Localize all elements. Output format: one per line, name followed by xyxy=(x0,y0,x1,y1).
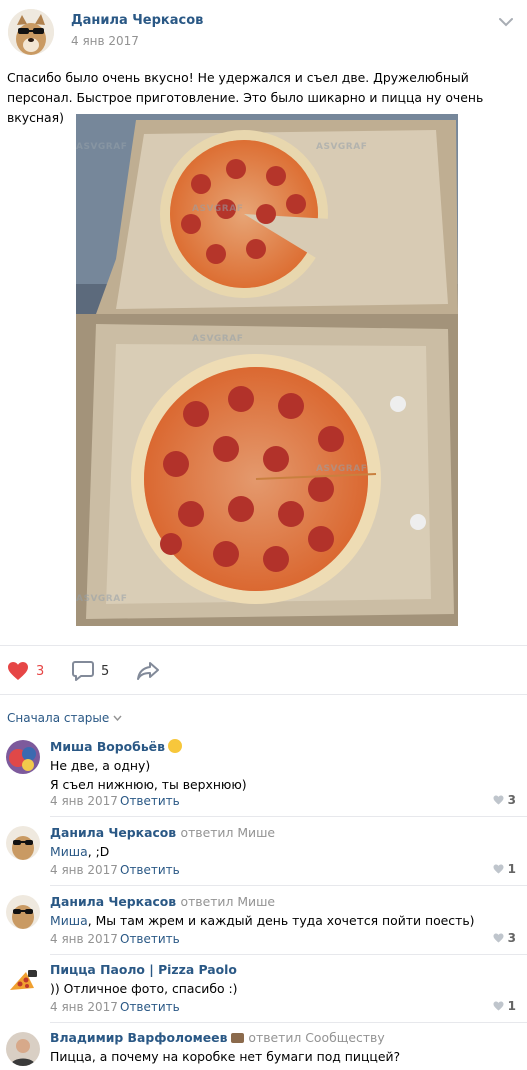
author-name[interactable]: Данила Черкасов xyxy=(71,13,203,28)
heart-icon xyxy=(493,864,504,874)
comment-button[interactable]: 5 xyxy=(72,660,109,682)
commenter-name[interactable]: Данила Черкасов ответил Мише xyxy=(50,894,275,909)
watermark: ASVGRAF xyxy=(192,334,244,344)
reply-button[interactable]: Ответить xyxy=(120,932,180,946)
commenter-avatar[interactable] xyxy=(6,1032,40,1066)
commenter-name[interactable]: Миша Воробьёв xyxy=(50,739,182,754)
divider xyxy=(50,1022,527,1023)
comment-text: Я съел нижнюю, ты верхнюю) xyxy=(50,777,247,792)
reply-button[interactable]: Ответить xyxy=(120,863,180,877)
post-date[interactable]: 4 янв 2017 xyxy=(71,34,139,48)
watermark: ASVGRAF xyxy=(316,142,368,152)
comment-text: )) Отличное фото, спасибо :) xyxy=(50,981,238,996)
comment-text: Миша, Мы там жрем и каждый день туда хоч… xyxy=(50,913,475,928)
post-photo[interactable]: ASVGRAF ASVGRAF ASVGRAF ASVGRAF ASVGRAF … xyxy=(76,114,458,626)
comment-text: Не две, а одну) xyxy=(50,758,151,773)
heart-icon xyxy=(493,1001,504,1011)
share-button[interactable] xyxy=(136,660,160,682)
mention-link[interactable]: Миша xyxy=(50,844,88,859)
comment-like-button[interactable]: 3 xyxy=(493,793,516,807)
commenter-avatar[interactable] xyxy=(6,895,40,929)
emoji-icon xyxy=(167,739,182,753)
share-icon xyxy=(137,662,159,680)
watermark: ASVGRAF xyxy=(192,204,244,214)
briefcase-icon xyxy=(231,1033,245,1043)
post-actions: 3 5 xyxy=(0,645,527,695)
comment: Владимир Варфоломеев ответил Сообществу П… xyxy=(0,1030,527,1070)
comment-text: Пицца, а почему на коробке нет бумаги по… xyxy=(50,1049,401,1064)
comment-date[interactable]: 4 янв 2017 xyxy=(50,863,118,877)
commenter-name[interactable]: Данила Черкасов ответил Мише xyxy=(50,825,275,840)
heart-icon xyxy=(493,795,504,805)
comment-date[interactable]: 4 янв 2017 xyxy=(50,1000,118,1014)
comment: Миша Воробьёв Не две, а одну) Я съел ниж… xyxy=(0,736,527,822)
divider xyxy=(50,885,527,886)
comment-like-button[interactable]: 1 xyxy=(493,862,516,876)
post-header: Данила Черкасов 4 янв 2017 xyxy=(0,0,527,66)
reply-button[interactable]: Ответить xyxy=(120,794,180,808)
heart-icon xyxy=(8,662,28,680)
comment: Данила Черкасов ответил Мише Миша, ;D 4 … xyxy=(0,825,527,887)
comment-like-button[interactable]: 3 xyxy=(493,931,516,945)
comments-sort[interactable]: Сначала старые xyxy=(7,711,122,725)
commenter-avatar[interactable] xyxy=(6,740,40,774)
reply-button[interactable]: Ответить xyxy=(120,1000,180,1014)
commenter-name[interactable]: Пицца Паоло | Pizza Paolo xyxy=(50,962,237,977)
comment-text: Миша, ;D xyxy=(50,844,110,859)
comment: Пицца Паоло | Pizza Paolo )) Отличное фо… xyxy=(0,962,527,1024)
chevron-down-icon xyxy=(113,715,122,721)
chevron-down-icon[interactable] xyxy=(499,17,513,27)
commenter-avatar[interactable] xyxy=(6,964,40,998)
sort-label: Сначала старые xyxy=(7,711,110,725)
commenter-avatar[interactable] xyxy=(6,826,40,860)
watermark: ASVGRAF xyxy=(76,594,128,604)
heart-icon xyxy=(493,933,504,943)
watermark: ASVGRAF xyxy=(316,464,368,474)
comment: Данила Черкасов ответил Мише Миша, Мы та… xyxy=(0,894,527,956)
divider xyxy=(50,954,527,955)
comment-date[interactable]: 4 янв 2017 xyxy=(50,932,118,946)
comment-like-button[interactable]: 1 xyxy=(493,999,516,1013)
comment-count: 5 xyxy=(101,663,110,679)
mention-link[interactable]: Миша xyxy=(50,913,88,928)
like-count: 3 xyxy=(36,663,45,679)
watermark: ASVGRAF xyxy=(76,142,128,152)
author-avatar[interactable] xyxy=(8,9,54,55)
comment-icon xyxy=(72,661,94,681)
like-button[interactable]: 3 xyxy=(7,660,44,682)
comment-date[interactable]: 4 янв 2017 xyxy=(50,794,118,808)
commenter-name[interactable]: Владимир Варфоломеев ответил Сообществу xyxy=(50,1030,385,1045)
divider xyxy=(50,816,527,817)
